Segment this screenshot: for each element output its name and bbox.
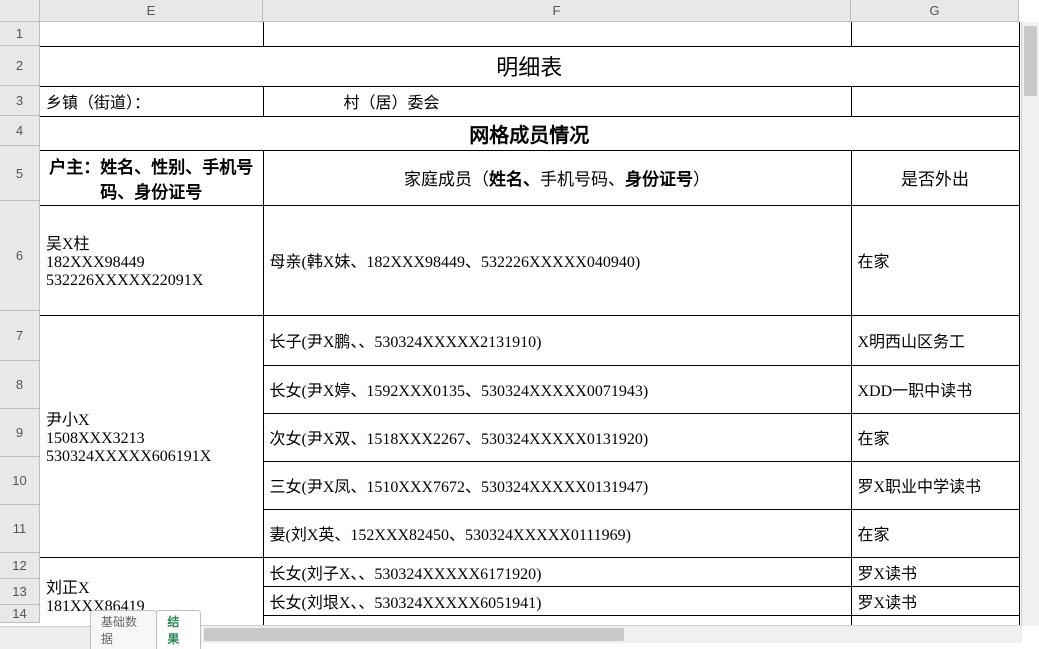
row-headers: 1234567891011121314 [0,22,40,623]
status-cell[interactable]: XDD一职中读书 [851,365,1019,413]
member-cell[interactable]: 三女(尹X凤、1510XXX7672、530324XXXXX0131947) [263,461,851,509]
tab-base-data[interactable]: 基础数据 [90,610,157,649]
member-cell[interactable]: 长女(尹X婷、1592XXX0135、530324XXXXX0071943) [263,365,851,413]
cell[interactable] [263,22,851,46]
status-cell[interactable]: 罗X读书 [851,586,1019,615]
section-header[interactable]: 网格成员情况 [40,116,1019,150]
col-g-header[interactable]: 是否外出 [851,150,1019,205]
text: 户主： [49,158,100,177]
household-head[interactable]: 尹小X1508XXX3213530324XXXXX606191X [40,315,263,557]
member-cell[interactable]: 母亲(韩X妹、182XXX98449、532226XXXXX040940) [263,205,851,315]
vertical-scrollbar[interactable] [1021,22,1039,626]
row-header[interactable]: 1 [0,22,40,46]
member-cell[interactable]: 长女(刘子X、、530324XXXXX6171920) [263,557,851,586]
text: 手机号码、 [540,170,625,189]
corner-select-all[interactable] [0,0,40,22]
sheet-tabs: 基础数据 结果 [0,626,200,649]
cell[interactable] [851,86,1019,116]
row-header[interactable]: 3 [0,86,40,116]
row-header[interactable]: 6 [0,201,40,311]
row-header[interactable]: 12 [0,553,40,579]
member-cell[interactable]: 长女(刘垠X、、530324XXXXX6051941) [263,586,851,615]
title-cell[interactable]: 明细表 [40,46,1019,86]
row-header[interactable]: 7 [0,311,40,361]
text: 家庭成员（ [404,170,489,189]
township-label[interactable]: 乡镇（街道）： [40,86,263,116]
member-cell[interactable]: 次女(尹X双、1518XXX2267、530324XXXXX0131920) [263,413,851,461]
col-header-g[interactable]: G [851,0,1019,22]
row-header[interactable]: 8 [0,361,40,409]
text: 身份证号 [625,170,693,189]
col-f-header[interactable]: 家庭成员（姓名、手机号码、身份证号） [263,150,851,205]
col-header-f[interactable]: F [263,0,851,22]
status-cell[interactable]: 罗X职业中学读书 [851,461,1019,509]
household-head[interactable]: 吴X柱182XXX98449532226XXXXX22091X [40,205,263,315]
horizontal-scrollbar[interactable] [200,625,1022,643]
scrollbar-thumb[interactable] [204,628,624,641]
col-header-e[interactable]: E [40,0,263,22]
row-header[interactable]: 10 [0,457,40,505]
text: 姓名、 [489,170,540,189]
cell[interactable] [851,22,1019,46]
row-header[interactable]: 13 [0,579,40,605]
status-cell[interactable]: 在家 [851,413,1019,461]
member-cell[interactable]: 长子(尹X鹏、、530324XXXXX2131910) [263,315,851,365]
row-header[interactable]: 11 [0,505,40,553]
status-cell[interactable]: X明西山区务工 [851,315,1019,365]
spreadsheet-grid[interactable]: 明细表 乡镇（街道）： 村（居）委会 网格成员情况 户主：姓名、性别、手机号码、… [40,22,1020,633]
text: ） [693,170,710,189]
text: 姓名、性别、手机号码、身份证号 [100,158,253,202]
cell[interactable] [40,22,263,46]
column-headers: E F G [40,0,1019,22]
row-header[interactable]: 5 [0,146,40,201]
row-header[interactable]: 2 [0,46,40,86]
col-e-header[interactable]: 户主：姓名、性别、手机号码、身份证号 [40,150,263,205]
village-label[interactable]: 村（居）委会 [263,86,851,116]
member-cell[interactable]: 妻(刘X英、152XXX82450、530324XXXXX0111969) [263,509,851,557]
row-header[interactable]: 9 [0,409,40,457]
row-header[interactable]: 4 [0,116,40,146]
status-cell[interactable]: 罗X读书 [851,557,1019,586]
row-header[interactable]: 14 [0,605,40,623]
tab-result[interactable]: 结果 [156,610,201,649]
status-cell[interactable]: 在家 [851,205,1019,315]
scrollbar-thumb[interactable] [1024,26,1037,96]
status-cell[interactable]: 在家 [851,509,1019,557]
